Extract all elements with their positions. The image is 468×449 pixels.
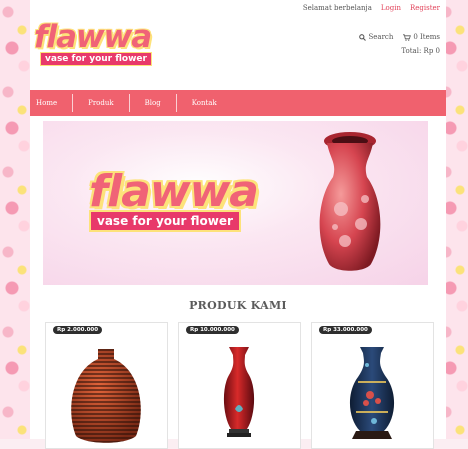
site-logo[interactable]: flawwa vase for your flower — [34, 19, 152, 68]
register-link[interactable]: Register — [410, 4, 440, 12]
nav-item-home[interactable]: Home — [30, 94, 74, 112]
product-grid: Rp 2.000.000 Rp 10.000.000 Rp 33.000.000 — [45, 322, 434, 449]
header-tools: Search 0 Items — [359, 33, 440, 41]
nav-item-produk[interactable]: Produk — [73, 94, 130, 112]
cart-icon — [403, 33, 412, 41]
hero-banner[interactable]: flawwa vase for your flower — [43, 121, 428, 285]
product-card[interactable]: Rp 2.000.000 — [45, 322, 168, 449]
banner-vase-image — [319, 132, 381, 271]
price-badge: Rp 10.000.000 — [186, 326, 239, 334]
cart-button[interactable]: 0 Items — [403, 33, 440, 41]
product-image — [223, 347, 255, 437]
logo-tagline: vase for your flower — [40, 52, 152, 66]
banner-tagline: vase for your flower — [89, 210, 241, 232]
page-container: Selamat berbelanja Login Register flawwa… — [30, 0, 446, 449]
floral-border-left — [0, 0, 30, 439]
greeting-text: Selamat berbelanja — [302, 4, 372, 12]
search-button[interactable]: Search — [359, 33, 393, 41]
products-heading: PRODUK KAMI — [189, 299, 287, 312]
product-image — [71, 349, 141, 443]
logo-word: flawwa — [34, 19, 152, 55]
product-card[interactable]: Rp 10.000.000 — [178, 322, 301, 449]
price-badge: Rp 33.000.000 — [319, 326, 372, 334]
top-bar: Selamat berbelanja Login Register — [303, 4, 440, 12]
product-card[interactable]: Rp 33.000.000 — [311, 322, 434, 449]
cart-total: Total: Rp 0 — [401, 47, 440, 55]
nav-item-kontak[interactable]: Kontak — [177, 94, 232, 112]
search-label: Search — [368, 33, 394, 41]
login-link[interactable]: Login — [381, 4, 401, 12]
cart-label: 0 Items — [413, 33, 440, 41]
nav-item-blog[interactable]: Blog — [130, 94, 177, 112]
search-icon — [359, 33, 367, 41]
banner-logo-word: flawwa — [89, 166, 259, 217]
product-image — [349, 347, 395, 439]
price-badge: Rp 2.000.000 — [53, 326, 103, 334]
main-nav: Home Produk Blog Kontak — [30, 90, 446, 116]
